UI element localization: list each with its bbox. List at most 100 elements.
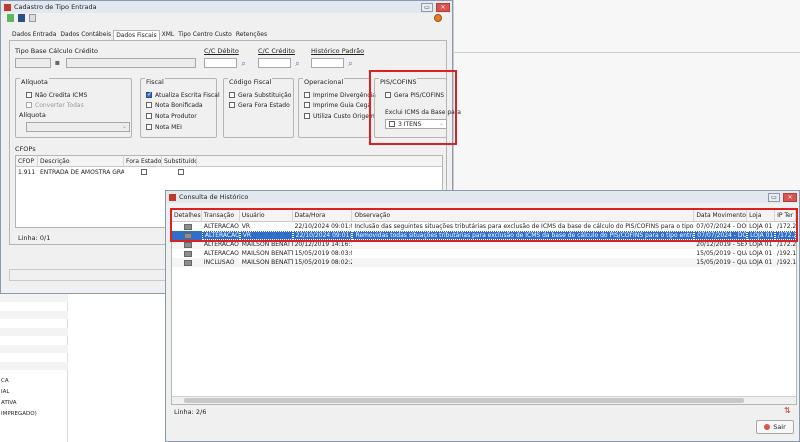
search-icon[interactable]: ⌕ xyxy=(346,59,355,68)
col-observacao[interactable]: Observação xyxy=(352,210,695,221)
left-partial-list: CA IAL ATIVA IMPREGADO) xyxy=(0,294,68,442)
left-list-item[interactable]: IMPREGADO) xyxy=(1,411,37,417)
datahora-cell: 20/12/2019 14:16:16 xyxy=(294,241,353,248)
historico-padrao-input[interactable] xyxy=(311,58,344,68)
details-icon[interactable] xyxy=(183,223,192,230)
consulta-historico-dialog: Consulta de Histórico ▭ ✕ Detalhes Trans… xyxy=(165,190,800,442)
cc-credito-label[interactable]: C/C Crédito xyxy=(258,47,295,55)
imprime-divergencia-checkbox[interactable]: Imprime Divergência xyxy=(304,90,376,100)
usuario-cell: MAILSON BENATTI xyxy=(241,259,293,266)
col-descricao[interactable]: Descrição xyxy=(38,156,124,166)
imprime-guia-cega-checkbox[interactable]: Imprime Guia Cega xyxy=(304,100,371,110)
transacao-cell: ALTERACAO xyxy=(203,250,239,257)
col-ip[interactable]: IP Ter xyxy=(775,210,796,221)
cc-debito-input[interactable] xyxy=(204,58,237,68)
utiliza-custo-origem-checkbox[interactable]: Utiliza Custo Origem xyxy=(304,111,375,121)
dialog-title: Consulta de Histórico xyxy=(179,193,249,201)
tab-dados-fiscais[interactable]: Dados Fiscais xyxy=(113,30,160,40)
save-icon[interactable] xyxy=(18,14,25,22)
aliquota-label: Alíquota xyxy=(19,111,46,119)
help-icon[interactable] xyxy=(434,14,442,22)
tab-xml[interactable]: XML xyxy=(160,30,177,40)
table-row[interactable]: INCLUSAO MAILSON BENATTI 15/05/2019 08:0… xyxy=(172,258,796,267)
ip-cell: /192.1 xyxy=(777,259,796,266)
col-cfop[interactable]: CFOP xyxy=(16,156,38,166)
loja-cell: LOJA 01 xyxy=(749,259,773,266)
loja-cell: LOJA 01 xyxy=(749,223,773,230)
details-icon[interactable] xyxy=(183,232,192,239)
sort-icon[interactable]: ⇅ xyxy=(784,406,791,415)
nota-produtor-checkbox[interactable]: Nota Produtor xyxy=(146,111,197,121)
search-icon[interactable]: ⌕ xyxy=(239,59,248,68)
table-row[interactable]: 1.911 ENTRADA DE AMOSTRA GRATIS xyxy=(16,167,442,177)
left-list-item[interactable]: CA xyxy=(1,378,9,384)
substituido-cell[interactable] xyxy=(162,167,197,177)
col-data-movimento[interactable]: Data Movimento xyxy=(694,210,748,221)
details-icon[interactable] xyxy=(183,259,192,266)
observacao-cell: Inclusão das seguintes situações tributá… xyxy=(354,223,694,230)
cfops-label: CFOPs xyxy=(15,145,36,153)
col-detalhes[interactable]: Detalhes xyxy=(172,210,202,221)
horizontal-scrollbar[interactable] xyxy=(172,396,796,404)
ip-cell: /192.1 xyxy=(777,250,796,257)
operacional-group: Operacional Imprime Divergência Imprime … xyxy=(298,78,376,138)
dialog-titlebar: Consulta de Histórico ▭ ✕ xyxy=(166,191,799,203)
detalhes-cell[interactable] xyxy=(172,240,202,249)
close-button[interactable]: ✕ xyxy=(436,2,450,12)
exclui-icms-dropdown-value: 3 ITENS xyxy=(398,120,422,128)
detalhes-cell[interactable] xyxy=(172,249,202,258)
restore-button[interactable]: ▭ xyxy=(421,2,433,12)
detalhes-cell[interactable] xyxy=(172,258,202,267)
tipo-base-desc-input[interactable] xyxy=(66,58,196,68)
gera-pis-cofins-checkbox[interactable]: Gera PIS/COFINS xyxy=(385,90,444,100)
search-icon[interactable]: ⌕ xyxy=(293,59,302,68)
col-transacao[interactable]: Transação xyxy=(202,210,240,221)
fiscal-group: Fiscal Atualiza Escrita Fiscal Nota Boni… xyxy=(140,78,220,138)
nota-bonificada-checkbox[interactable]: Nota Bonificada xyxy=(146,100,203,110)
cc-debito-label[interactable]: C/C Débito xyxy=(204,47,239,55)
restore-button[interactable]: ▭ xyxy=(768,192,780,202)
detalhes-cell[interactable] xyxy=(172,231,202,240)
new-icon[interactable] xyxy=(7,14,14,22)
nota-mei-checkbox[interactable]: Nota MEI xyxy=(146,122,182,132)
left-list-item[interactable]: IAL xyxy=(1,389,9,395)
tab-retencoes[interactable]: Retenções xyxy=(234,30,269,40)
historico-padrao-label[interactable]: Histórico Padrão xyxy=(311,47,364,55)
tab-dados-entrada[interactable]: Dados Entrada xyxy=(10,30,58,40)
table-row-selected[interactable]: ALTERACAO VR 22/10/2024 09:01:09 Removid… xyxy=(172,231,796,240)
col-substituido[interactable]: Substituído xyxy=(162,156,197,166)
aliquota-select[interactable]: ⌄ xyxy=(26,122,130,132)
details-icon[interactable] xyxy=(183,250,192,257)
gera-substituicao-checkbox[interactable]: Gera Substituição xyxy=(229,90,291,100)
loja-cell: LOJA 01 xyxy=(749,250,773,257)
search-icon[interactable]: ▪ xyxy=(53,58,62,67)
nao-credita-icms-checkbox[interactable]: Não Credita ICMS xyxy=(26,90,87,100)
close-button[interactable]: ✕ xyxy=(783,192,797,202)
converter-todas-checkbox[interactable]: Converter Todas xyxy=(26,100,84,110)
exclui-icms-dropdown[interactable]: 3 ITENS ⌄ xyxy=(385,119,447,129)
tab-dados-contabeis[interactable]: Dados Contábeis xyxy=(58,30,113,40)
copy-icon[interactable] xyxy=(29,14,36,22)
details-icon[interactable] xyxy=(183,241,192,248)
atualiza-escrita-fiscal-checkbox[interactable]: Atualiza Escrita Fiscal xyxy=(146,90,220,100)
col-loja[interactable]: Loja xyxy=(747,210,776,221)
fora-estado-cell[interactable] xyxy=(124,167,162,177)
table-row[interactable]: ALTERACAO MAILSON BENATTI 20/12/2019 14:… xyxy=(172,240,796,249)
main-window-title: Cadastro de Tipo Entrada xyxy=(14,3,97,11)
tipo-base-code-input[interactable] xyxy=(15,58,51,68)
left-list-item[interactable]: ATIVA xyxy=(1,400,17,406)
table-row[interactable]: ALTERACAO MAILSON BENATTI 15/05/2019 08:… xyxy=(172,249,796,258)
dialog-footer: Linha: 2/6 xyxy=(174,408,207,416)
scrollbar-thumb[interactable] xyxy=(184,398,744,403)
cc-credito-input[interactable] xyxy=(258,58,291,68)
table-row[interactable]: ALTERACAO VR 22/10/2024 09:01:09 Inclusã… xyxy=(172,222,796,231)
col-datahora[interactable]: Data/Hora xyxy=(293,210,353,221)
gera-fora-estado-checkbox[interactable]: Gera Fora Estado xyxy=(229,100,290,110)
loja-cell: LOJA 01 xyxy=(747,231,776,240)
col-usuario[interactable]: Usuário xyxy=(240,210,293,221)
detalhes-cell[interactable] xyxy=(172,222,202,231)
sair-button[interactable]: Sair xyxy=(756,420,794,434)
tab-tipo-centro-custo[interactable]: Tipo Centro Custo xyxy=(176,30,234,40)
usuario-cell: VR xyxy=(241,223,251,230)
col-fora-estado[interactable]: Fora Estado xyxy=(124,156,162,166)
